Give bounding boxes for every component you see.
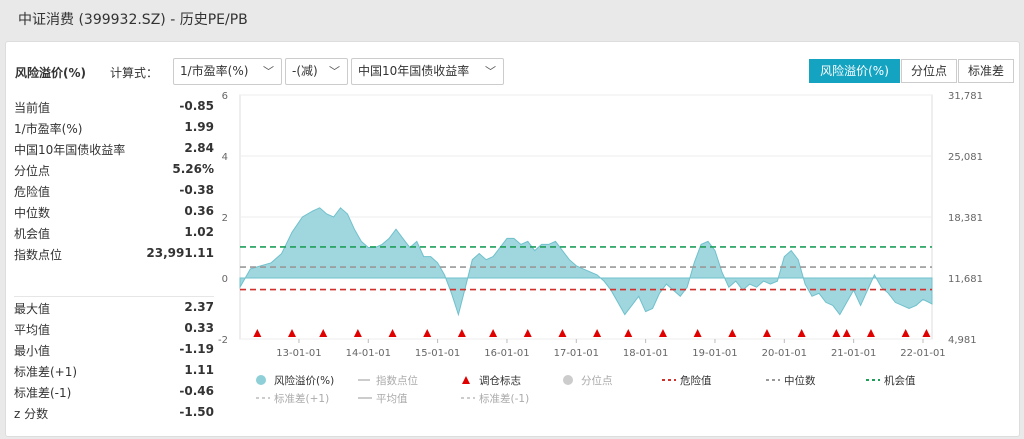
x-tick-label: 18-01-01	[623, 348, 668, 359]
legend-label: 平均值	[376, 392, 408, 405]
rebalance-marker	[693, 329, 702, 337]
rebalance-marker	[523, 329, 532, 337]
rebalance-marker	[658, 329, 667, 337]
rebalance-marker	[423, 329, 432, 337]
rebalance-marker	[624, 329, 633, 337]
rebalance-marker	[489, 329, 498, 337]
chart-panel: 风险溢价(%) 计算式： 1/市盈率(%) ﹀ -(减) ﹀ 中国10年国债收益…	[5, 41, 1020, 437]
rebalance-marker	[353, 329, 362, 337]
x-tick-label: 20-01-01	[762, 348, 807, 359]
rebalance-marker	[593, 329, 602, 337]
x-tick-label: 21-01-01	[831, 348, 876, 359]
legend-label: 标准差(-1)	[479, 392, 529, 405]
rebalance-marker	[797, 329, 806, 337]
legend-swatch-area	[256, 375, 266, 385]
y-right-tick-label: 25,081	[948, 152, 983, 163]
x-tick-label: 15-01-01	[415, 348, 460, 359]
risk-premium-chart: 6 31,781 4 25,081 2 18,381 0 11,681 -2 4,981 13-01…	[218, 91, 983, 405]
rebalance-marker	[762, 329, 771, 337]
legend-label: 机会值	[884, 374, 916, 387]
risk-premium-area	[239, 207, 933, 317]
legend-label: 调仓标志	[479, 374, 521, 387]
legend-label: 分位点	[581, 374, 613, 387]
rebalance-marker	[457, 329, 466, 337]
legend-label: 标准差(+1)	[274, 392, 329, 405]
y-left-tick-label: 6	[222, 91, 228, 102]
y-right-tick-label: 18,381	[948, 213, 983, 224]
rebalance-marker	[901, 329, 910, 337]
y-right-tick-label: 4,981	[948, 335, 977, 346]
y-right-tick-label: 31,781	[948, 91, 983, 102]
legend-label: 危险值	[680, 374, 712, 387]
x-tick-label: 17-01-01	[554, 348, 599, 359]
legend-label: 中位数	[784, 374, 816, 387]
legend-swatch-marker	[462, 376, 470, 384]
y-left-tick-label: 0	[222, 274, 228, 285]
rebalance-marker	[253, 329, 262, 337]
x-tick-label: 19-01-01	[692, 348, 737, 359]
y-left-tick-label: -2	[218, 335, 228, 346]
rebalance-marker	[558, 329, 567, 337]
window-title: 中证消费 (399932.SZ) - 历史PE/PB	[0, 0, 1024, 40]
x-tick-label: 22-01-01	[900, 348, 945, 359]
legend-label: 风险溢价(%)	[274, 374, 334, 387]
rebalance-marker	[288, 329, 297, 337]
rebalance-marker	[388, 329, 397, 337]
x-tick-label: 14-01-01	[346, 348, 391, 359]
y-right-tick-label: 11,681	[948, 274, 983, 285]
x-tick-label: 13-01-01	[276, 348, 321, 359]
y-left-tick-label: 4	[222, 152, 228, 163]
rebalance-marker	[319, 329, 328, 337]
y-left-tick-label: 2	[222, 213, 228, 224]
x-tick-label: 16-01-01	[484, 348, 529, 359]
rebalance-marker	[832, 329, 841, 337]
rebalance-marker	[728, 329, 737, 337]
rebalance-marker	[866, 329, 875, 337]
legend-label: 指数点位	[376, 374, 418, 387]
legend-swatch-percentile	[563, 375, 573, 385]
rebalance-marker	[922, 329, 931, 337]
rebalance-marker	[842, 329, 851, 337]
